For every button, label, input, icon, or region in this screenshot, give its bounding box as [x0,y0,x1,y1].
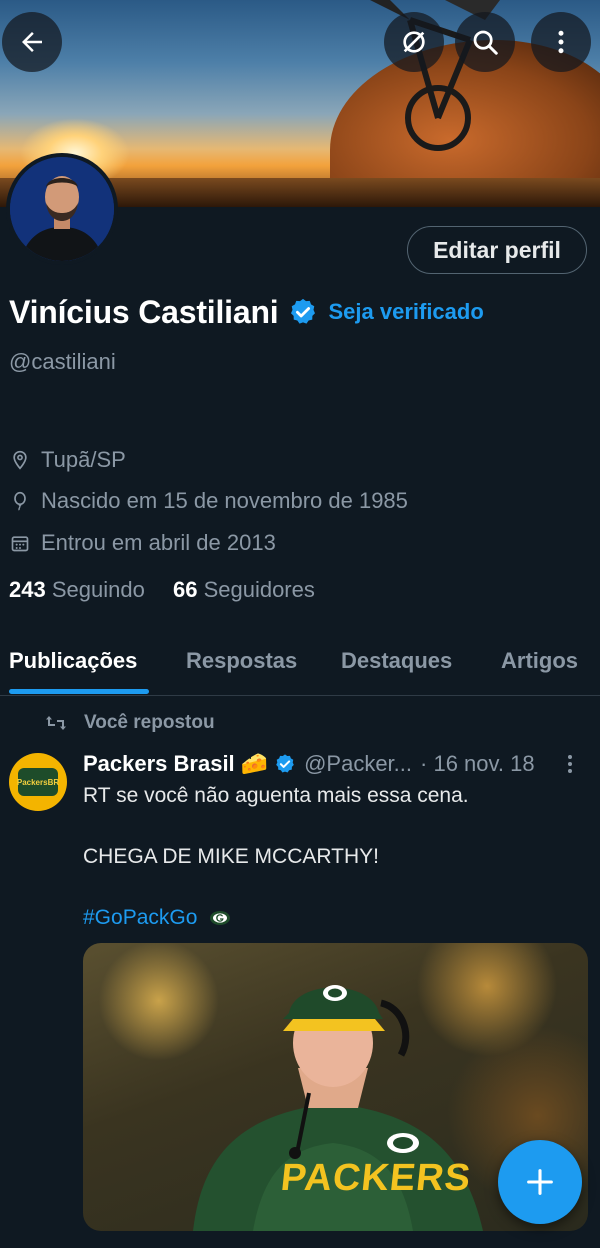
verified-badge-icon [291,298,316,324]
tab-publicacoes[interactable]: Publicações [9,648,137,674]
active-tab-indicator [9,689,149,694]
joined-text: Entrou em abril de 2013 [41,530,276,555]
profile-tabs: Publicações Respostas Destaques Artigos [0,636,600,696]
compose-post-button[interactable] [498,1140,582,1224]
birth-row: Nascido em 15 de novembro de 1985 [9,486,408,516]
cheese-emoji: 🧀 [240,751,269,776]
compose-plus-icon [527,1169,553,1195]
more-options-button[interactable] [531,12,591,72]
hide-content-button[interactable] [384,12,444,72]
profile-name-row: Vinícius Castiliani Seja verificado [9,290,484,334]
follow-stats: 243 Seguindo 66 Seguidores [9,577,315,603]
tab-destaques[interactable]: Destaques [341,648,452,674]
post-avatar-logo: PackersBR [17,768,59,796]
followers-label: Seguidores [203,577,315,602]
location-row: Tupã/SP [9,445,126,475]
profile-avatar[interactable] [6,153,118,265]
packers-logo-icon [210,911,231,926]
more-vertical-icon [568,755,572,773]
post-more-button[interactable] [560,752,580,781]
following-count: 243 [9,577,46,602]
post-author-avatar[interactable]: PackersBR [9,753,67,811]
media-jersey-text: PACKERS [278,1157,474,1199]
back-button[interactable] [2,12,62,72]
verified-badge-icon [276,754,294,773]
location-text: Tupã/SP [41,447,126,472]
post-header: Packers Brasil 🧀 @Packer... · 16 nov. 18 [83,748,588,780]
repost-indicator: Você repostou [44,709,215,737]
edit-profile-button[interactable]: Editar perfil [407,226,587,274]
tab-artigos[interactable]: Artigos [501,648,578,674]
no-bike-icon [403,31,425,53]
post-author-name[interactable]: Packers Brasil [83,751,235,777]
post-text-line-2: CHEGA DE MIKE MCCARTHY! [83,845,379,868]
post-author-handle[interactable]: @Packer... [304,751,412,777]
joined-row: Entrou em abril de 2013 [9,528,276,558]
calendar-icon [9,532,31,554]
birth-text: Nascido em 15 de novembro de 1985 [41,488,408,513]
repost-icon [44,713,70,733]
followers-link[interactable]: 66 Seguidores [173,577,315,602]
get-verified-link[interactable]: Seja verificado [328,299,483,325]
tab-respostas[interactable]: Respostas [186,648,297,674]
search-button[interactable] [455,12,515,72]
more-vertical-icon [558,30,564,54]
birthday-balloon-icon [9,490,31,512]
following-link[interactable]: 243 Seguindo [9,577,145,602]
profile-name: Vinícius Castiliani [9,293,279,330]
post-hashtag[interactable]: #GoPackGo [83,906,197,929]
location-pin-icon [9,449,31,471]
profile-handle: @castiliani [9,349,116,374]
search-icon [473,30,498,55]
repost-label: Você repostou [84,712,215,733]
followers-count: 66 [172,577,198,602]
post-date[interactable]: · 16 nov. 18 [420,751,535,777]
avatar-photo [10,157,114,261]
back-arrow-icon [22,32,42,52]
post-text-line-1: RT se você não aguenta mais essa cena. [83,784,469,807]
following-label: Seguindo [51,577,145,602]
post-hashtag-row: #GoPackGo [83,906,231,930]
